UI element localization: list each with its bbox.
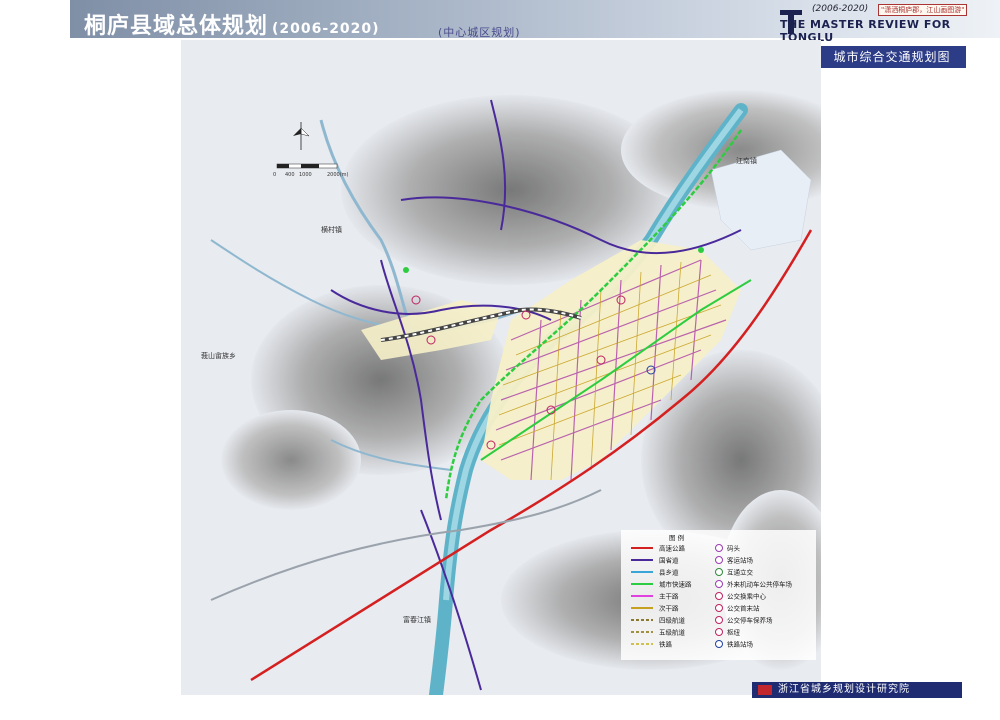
map-title: 城市综合交通规划图 [818,46,966,68]
legend-symbol-icon-1 [715,556,723,564]
place-label-dongxijiang: 富春江镇 [403,615,431,624]
legend-symbol-icon-2 [715,568,723,576]
institute-logo-icon [758,685,772,695]
legend-symbol-label-2: 互通立交 [727,568,754,577]
legend-label-7: 五级航道 [659,628,686,637]
footer-org: 浙江省城乡规划设计研究院 [778,684,910,695]
legend-symbol-label-7: 枢纽 [727,628,741,637]
brand-years: (2006-2020) [812,4,869,14]
legend-label-5: 次干路 [659,604,679,613]
legend-label-6: 四级航道 [659,616,686,625]
place-label-jiangnan: 江南镇 [736,156,757,165]
legend-symbol-icon-7 [715,628,723,636]
brand-slogan: "潇洒桐庐郡，江山画图游" [878,4,968,16]
scale-label-0: 0 [273,172,276,178]
legend-title: 图 例 [669,533,684,542]
scale-label-3: 2000(m) [327,172,349,178]
legend-symbol-icon-5 [715,604,723,612]
legend-label-4: 主干路 [659,592,679,601]
scale-bar [276,163,338,169]
legend-symbol-icon-0 [715,544,723,552]
scale-label-2: 1000 [299,172,312,178]
page-subtitle: (中心城区规划) [438,26,521,39]
legend-symbol-label-0: 码头 [727,544,741,553]
legend-symbol-icon-6 [715,616,723,624]
title-years: (2006-2020) [272,21,380,37]
title-text: 桐庐县域总体规划 [84,14,269,39]
place-label-hengcun: 横村镇 [321,225,342,234]
legend-label-2: 县乡道 [659,568,679,577]
legend-label-0: 高速公路 [659,544,686,553]
scale-label-1: 400 [285,172,295,178]
legend-label-3: 城市快速路 [659,580,692,589]
footer-bar: 浙江省城乡规划设计研究院 [752,682,962,698]
legend-symbol-label-1: 客运站场 [727,556,754,565]
legend-symbol-label-3: 外来机动车公共停车场 [727,580,793,589]
place-label-fengshan: 莪山畲族乡 [201,351,236,360]
map-canvas: 0 400 1000 2000(m) 横村镇 莪山畲族乡 富春江镇 江南镇 图 … [181,40,821,695]
page-title: 桐庐县域总体规划 (2006-2020) [84,8,380,40]
legend-symbol-icon-4 [715,592,723,600]
legend-label-1: 国省道 [659,556,679,565]
brand-block: (2006-2020) "潇洒桐庐郡，江山画图游" THE MASTER REV… [780,4,970,44]
legend-symbol-label-8: 铁路站场 [727,640,754,649]
legend-label-8: 铁路 [659,640,673,649]
legend-symbol-icon-8 [715,640,723,648]
legend-symbol-label-4: 公交换乘中心 [727,592,767,601]
legend-symbol-icon-3 [715,580,723,588]
legend-symbol-label-5: 公交首末站 [727,604,760,613]
legend-symbol-label-6: 公交停车保养场 [727,616,773,625]
